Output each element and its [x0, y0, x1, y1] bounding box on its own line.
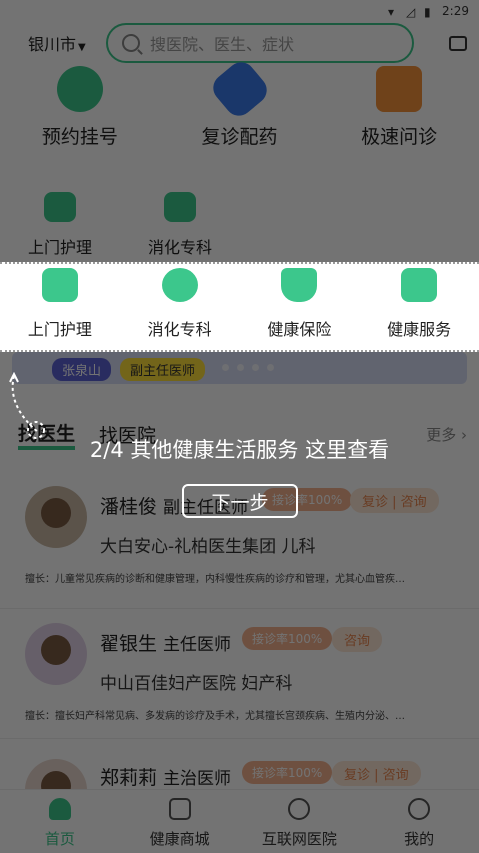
service-digestive[interactable]: 消化专科	[120, 264, 240, 350]
cloud-plus-icon	[288, 798, 311, 820]
caret-down-icon: ▼	[78, 42, 86, 53]
nurse-icon	[41, 268, 78, 302]
user-icon	[408, 798, 431, 820]
main-services: 预约挂号 复诊配药 极速问诊	[0, 56, 479, 154]
nav-label: 互联网医院	[261, 830, 337, 848]
doctor-card[interactable]: 郑莉莉 主治医师 接诊率100% 复诊 | 咨询	[0, 739, 479, 821]
bottom-nav: 首页 健康商城 互联网医院 我的	[0, 789, 479, 853]
main-content: 预约挂号 复诊配药 极速问诊 上门护理 消化专科 张泉山 副主任医师 找医生 找…	[0, 56, 479, 821]
doctor-banner[interactable]: 张泉山 副主任医师	[12, 352, 467, 384]
city-label: 银川市	[28, 35, 77, 54]
doctor-desc: 擅长：儿童常见疾病的诊断和健康管理，内科慢性疾病的诊疗和管理，尤其心血管疾…	[25, 574, 405, 585]
avatar	[25, 623, 87, 685]
service-digestive[interactable]: 消化专科	[120, 192, 240, 258]
guide-highlight-services: 上门护理 消化专科 健康保险 健康服务	[0, 262, 479, 352]
service-label: 上门护理	[27, 238, 92, 257]
service-label: 复诊配药	[201, 126, 278, 148]
secondary-services: 上门护理 消化专科	[0, 192, 479, 258]
status-time: 2:29	[442, 4, 469, 18]
service-label: 预约挂号	[41, 126, 118, 148]
search-icon	[122, 34, 140, 52]
banner-pager	[222, 364, 274, 371]
next-step-button[interactable]: 下一步	[182, 484, 298, 518]
shopping-bag-icon	[168, 798, 191, 820]
nav-mall[interactable]: 健康商城	[120, 790, 240, 853]
nav-hospital[interactable]: 互联网医院	[240, 790, 360, 853]
battery-icon: ▮	[424, 5, 431, 19]
service-insurance[interactable]: 健康保险	[240, 264, 360, 350]
banner-doctor-title: 副主任医师	[120, 358, 206, 381]
service-nursing[interactable]: 上门护理	[0, 192, 120, 258]
message-icon[interactable]	[449, 30, 467, 51]
stomach-icon	[164, 192, 196, 222]
service-appointment[interactable]: 预约挂号	[0, 64, 160, 154]
stomach-icon	[161, 268, 198, 302]
doctor-hospital: 大白安心-礼柏医生集团 儿科	[100, 537, 316, 557]
pill-icon	[207, 56, 272, 122]
consult-actions[interactable]: 复诊 | 咨询	[350, 488, 439, 513]
doctor-name: 翟银生	[100, 633, 158, 655]
service-label: 极速问诊	[361, 126, 438, 148]
service-label: 健康保险	[267, 320, 332, 339]
doctor-name: 郑莉莉	[100, 767, 158, 789]
medical-kit-icon	[401, 268, 438, 302]
home-icon	[48, 798, 71, 820]
guide-arrow-icon	[9, 372, 45, 439]
status-badge: 接诊率100%	[242, 761, 333, 784]
search-input[interactable]: 搜医院、医生、症状	[106, 23, 414, 63]
signal-icon: ◿	[406, 5, 416, 19]
doctor-hospital: 中山百佳妇产医院 妇产科	[100, 674, 293, 694]
banner-doctor-name: 张泉山	[52, 358, 112, 381]
doctor-title: 主治医师	[163, 769, 232, 789]
service-nursing[interactable]: 上门护理	[0, 264, 120, 350]
shield-star-icon	[281, 268, 318, 302]
nav-mine[interactable]: 我的	[359, 790, 479, 853]
header: 银川市 ▼ 搜医院、医生、症状	[0, 22, 479, 64]
service-label: 健康服务	[387, 320, 452, 339]
service-consult[interactable]: 极速问诊	[319, 64, 479, 154]
plus-cross-icon	[56, 66, 103, 112]
wifi-icon: ▾	[388, 5, 395, 19]
city-selector[interactable]: 银川市 ▼	[28, 31, 106, 55]
service-label: 上门护理	[27, 320, 92, 339]
status-bar: ▾ ◿ ▮ 2:29	[0, 0, 479, 22]
service-refill[interactable]: 复诊配药	[160, 56, 320, 154]
nav-label: 我的	[404, 830, 435, 848]
nav-home[interactable]: 首页	[0, 790, 120, 853]
avatar	[25, 486, 87, 548]
service-label: 消化专科	[147, 320, 212, 339]
doctor-name-row: 翟银生 主任医师	[100, 629, 231, 656]
nav-label: 健康商城	[149, 830, 210, 848]
doctor-name-row: 郑莉莉 主治医师	[100, 763, 231, 790]
consult-actions[interactable]: 咨询	[332, 627, 383, 652]
consult-actions[interactable]: 复诊 | 咨询	[332, 761, 421, 786]
chat-icon	[376, 66, 423, 112]
doctor-title: 主任医师	[163, 635, 232, 655]
nav-label: 首页	[44, 830, 75, 848]
status-badge: 接诊率100%	[242, 627, 333, 650]
doctor-name: 潘桂俊	[100, 496, 158, 518]
guide-text: 2/4 其他健康生活服务 这里查看	[89, 438, 390, 462]
doctor-desc: 擅长：擅长妇产科常见病、多发病的诊疗及手术，尤其擅长宫颈疾病、生殖内分泌、…	[25, 711, 405, 722]
service-health[interactable]: 健康服务	[359, 264, 479, 350]
nurse-icon	[44, 192, 76, 222]
search-placeholder: 搜医院、医生、症状	[150, 35, 295, 54]
doctor-card[interactable]: 翟银生 主任医师 接诊率100% 咨询 中山百佳妇产医院 妇产科 擅长：擅长妇产科…	[0, 609, 479, 739]
service-label: 消化专科	[147, 238, 212, 257]
